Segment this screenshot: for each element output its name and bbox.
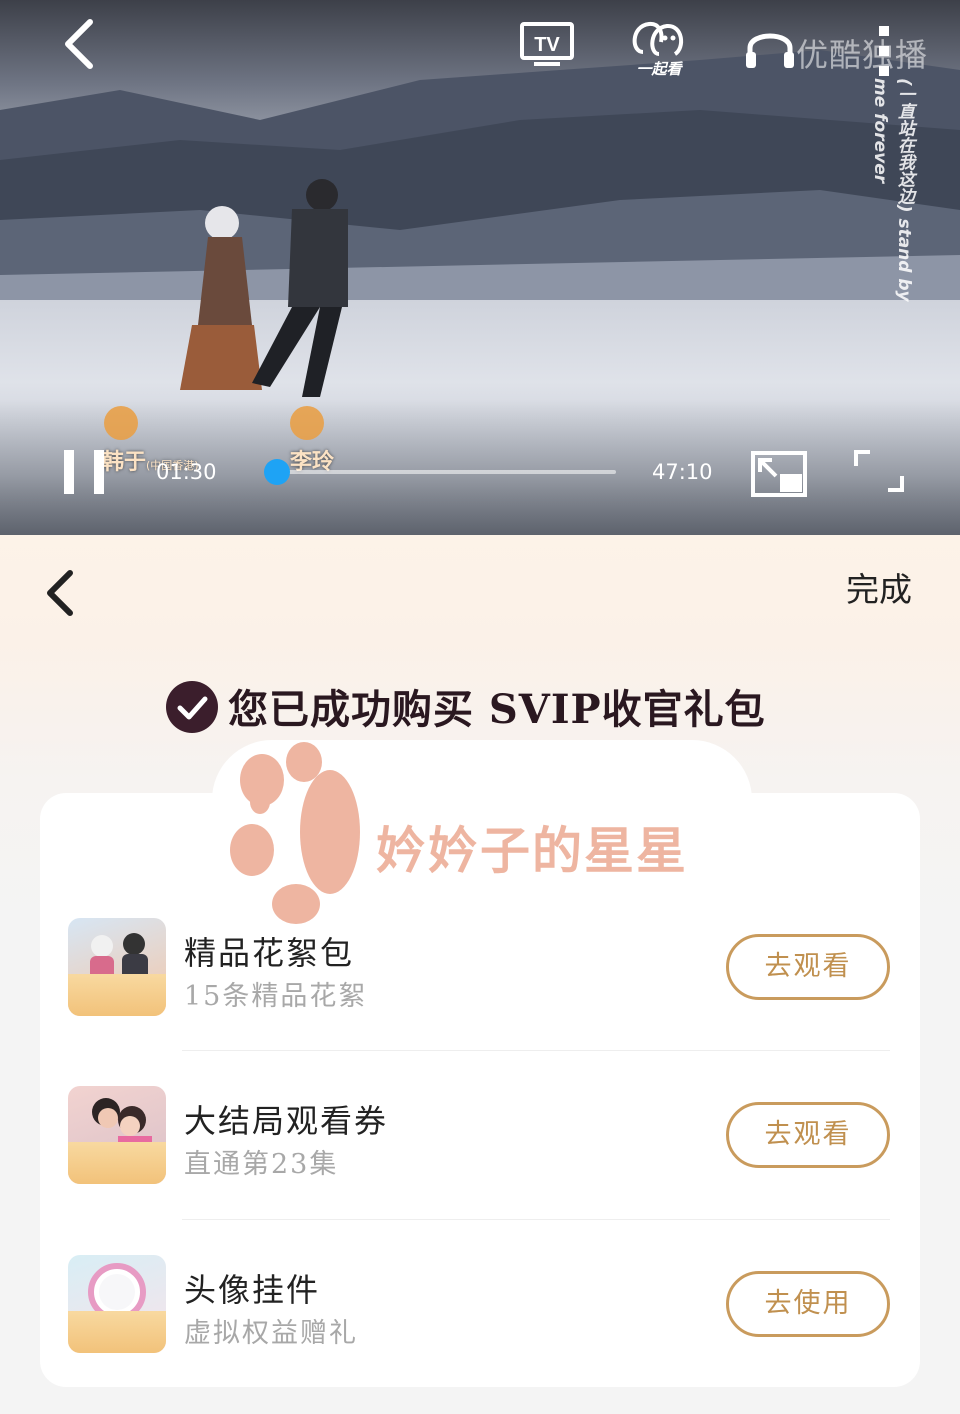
divider bbox=[182, 1219, 890, 1220]
total-time: 47:10 bbox=[652, 460, 713, 484]
svg-text:TV: TV bbox=[534, 34, 560, 56]
item-title: 头像挂件 bbox=[184, 1271, 321, 1309]
tv-cast-icon[interactable]: TV bbox=[520, 22, 574, 68]
current-time: 01:30 bbox=[156, 460, 217, 484]
fullscreen-icon[interactable] bbox=[852, 448, 906, 494]
success-message: 您已成功购买 SVIP收官礼包 bbox=[228, 686, 766, 733]
item-subtitle: 15条精品花絮 bbox=[184, 981, 368, 1012]
pause-icon[interactable] bbox=[62, 448, 106, 496]
use-button[interactable]: 去使用 bbox=[726, 1271, 890, 1337]
item-title: 精品花絮包 bbox=[184, 934, 355, 972]
divider bbox=[182, 1050, 890, 1051]
platform-watermark: 优酷独播 bbox=[796, 36, 929, 74]
done-button[interactable]: 完成 bbox=[846, 563, 912, 611]
vertical-subtitle: (一直站在我这边) stand by me forever bbox=[870, 78, 914, 302]
more-icon[interactable] bbox=[874, 24, 894, 78]
pip-icon[interactable] bbox=[750, 450, 808, 498]
list-item: 精品花絮包 15条精品花絮 去观看 bbox=[68, 918, 892, 1018]
gift-thumbnail bbox=[68, 1086, 166, 1184]
credit-badge-icon bbox=[290, 406, 324, 440]
paw-icon bbox=[230, 742, 360, 924]
credit-badge-icon bbox=[104, 406, 138, 440]
watch-together-label[interactable]: 一起看 bbox=[628, 58, 690, 79]
stamp-text: 妗妗子的星星 bbox=[376, 822, 688, 880]
list-item: 头像挂件 虚拟权益赠礼 去使用 bbox=[68, 1255, 892, 1355]
watch-button[interactable]: 去观看 bbox=[726, 934, 890, 1000]
gift-thumbnail bbox=[68, 1255, 166, 1353]
item-title: 大结局观看券 bbox=[184, 1102, 389, 1140]
envelope-icon bbox=[68, 1142, 166, 1184]
list-item: 大结局观看券 直通第23集 去观看 bbox=[68, 1086, 892, 1186]
progress-knob[interactable] bbox=[264, 459, 291, 485]
item-subtitle: 虚拟权益赠礼 bbox=[184, 1318, 358, 1349]
video-frame-couple bbox=[180, 179, 348, 397]
back-arrow-icon[interactable] bbox=[40, 567, 80, 617]
gift-thumbnail bbox=[68, 918, 166, 1016]
check-circle-icon bbox=[166, 681, 218, 733]
headphone-icon[interactable] bbox=[744, 22, 796, 70]
watch-button[interactable]: 去观看 bbox=[726, 1102, 890, 1168]
progress-bar[interactable] bbox=[264, 459, 616, 485]
envelope-icon bbox=[68, 974, 166, 1016]
back-arrow-icon[interactable] bbox=[58, 18, 102, 70]
purchase-success-panel: 完成 您已成功购买 SVIP收官礼包 妗妗子的星星 精品花絮包 15条精品花絮 … bbox=[0, 535, 960, 1414]
video-player[interactable]: TV 一起看 优酷独播 (一直站在我这边) stand by me foreve… bbox=[0, 0, 960, 535]
purchase-success-banner: 您已成功购买 SVIP收官礼包 bbox=[166, 677, 806, 733]
envelope-icon bbox=[68, 1311, 166, 1353]
item-subtitle: 直通第23集 bbox=[184, 1149, 339, 1180]
cast-credit-name: 韩于 bbox=[102, 450, 147, 475]
